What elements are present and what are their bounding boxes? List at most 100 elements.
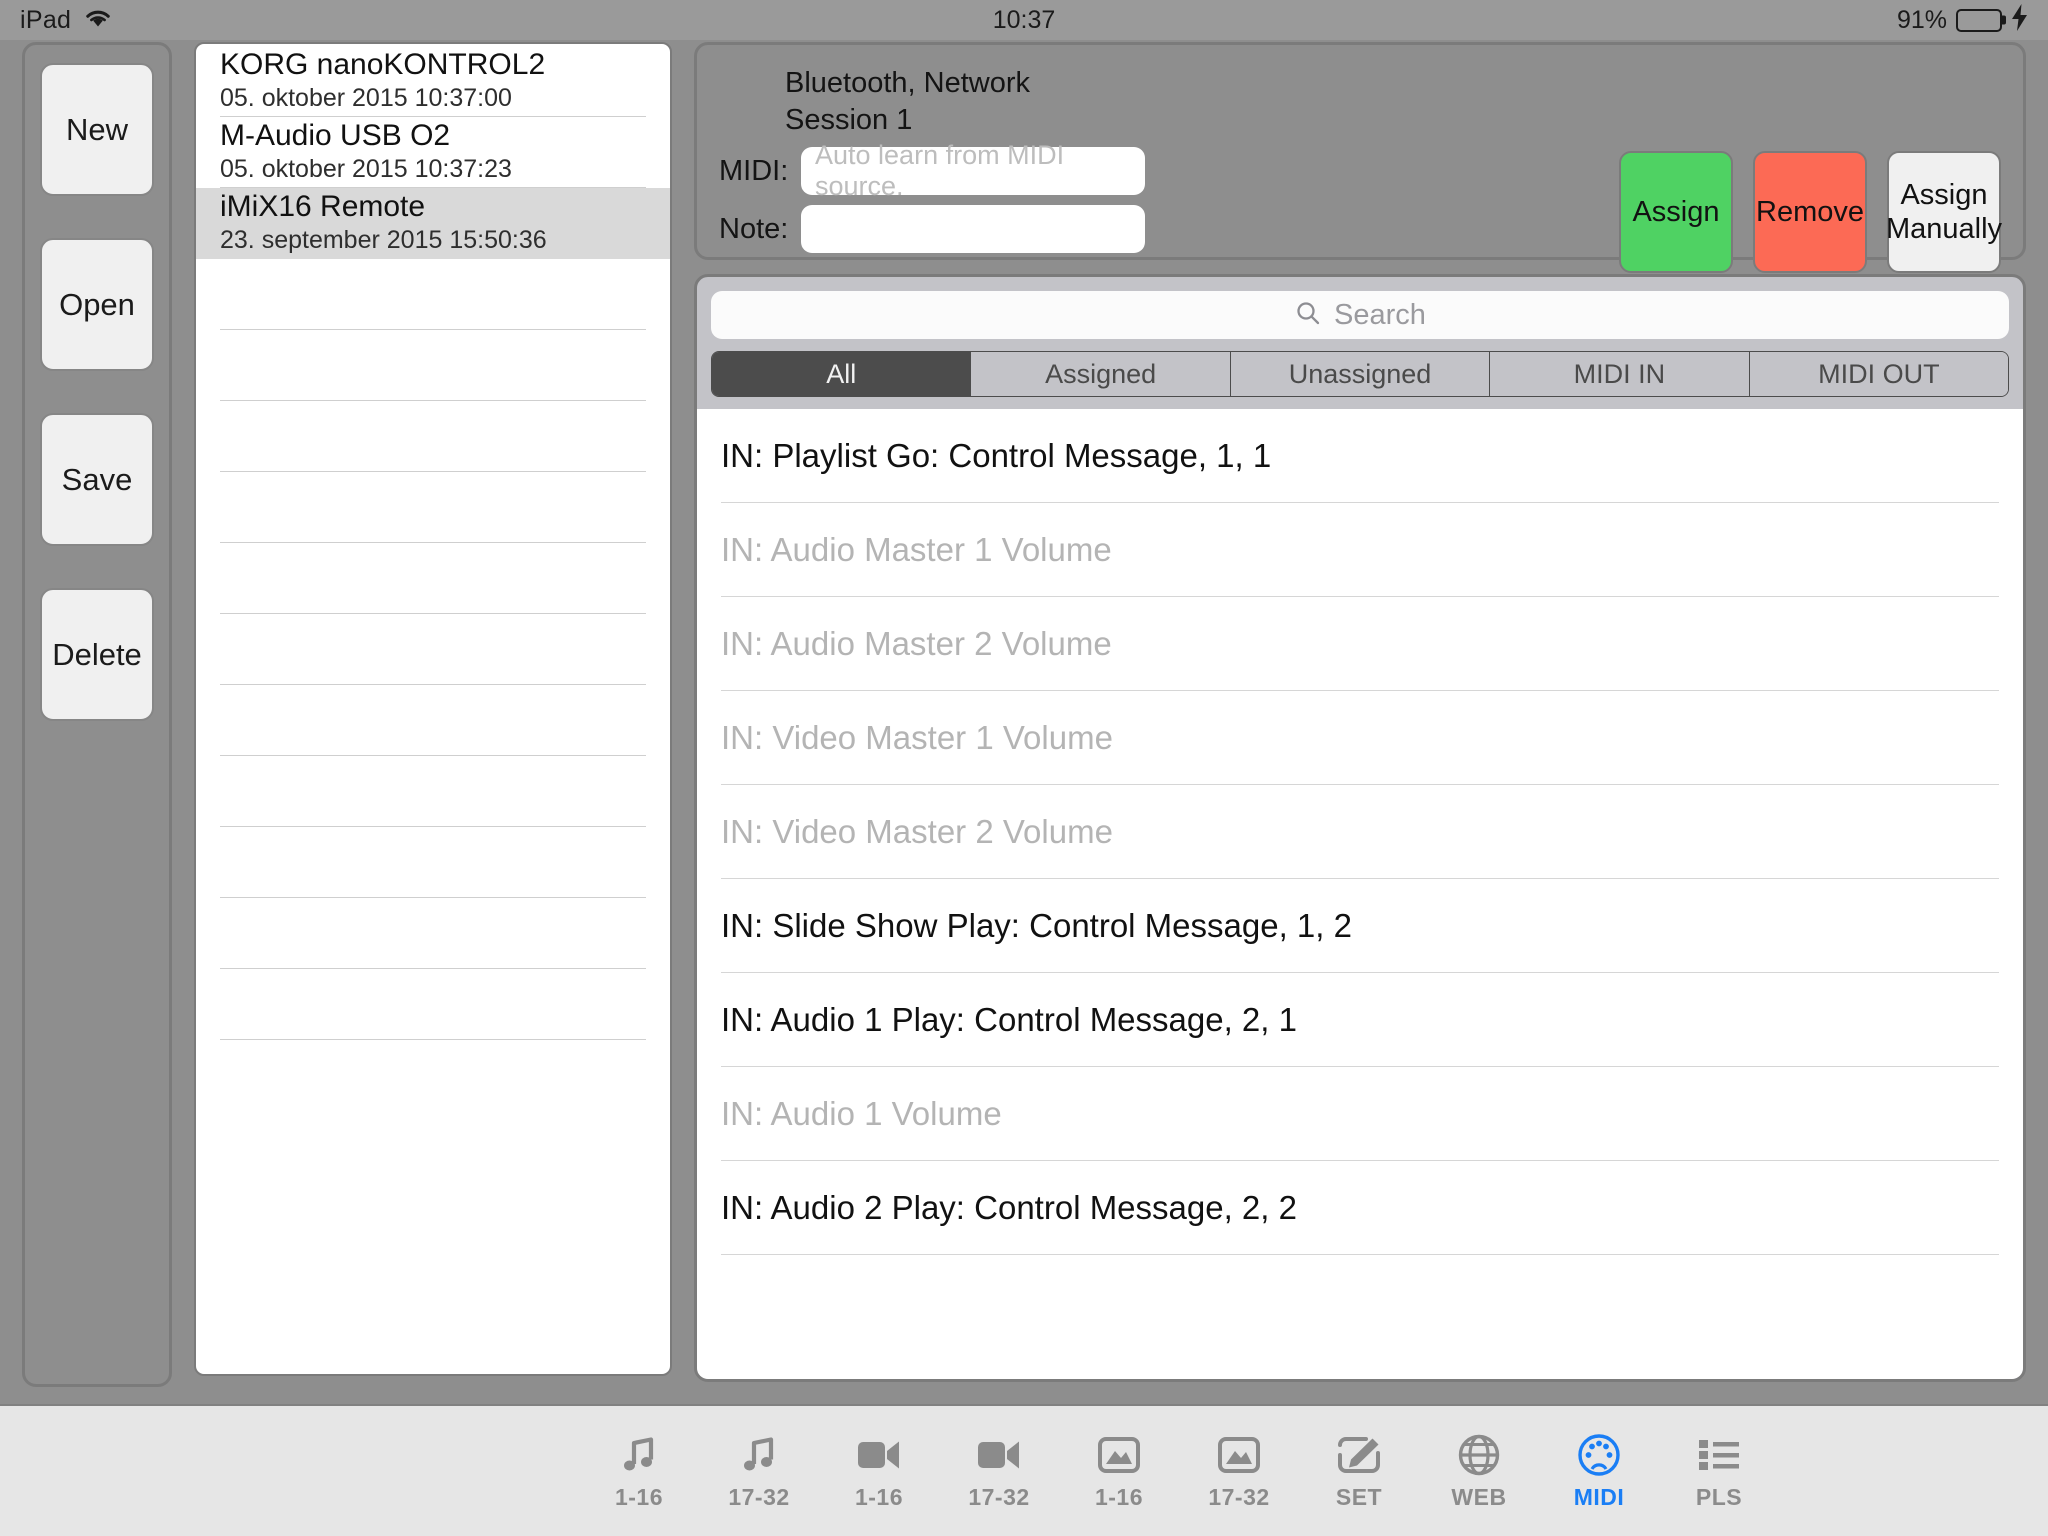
note-input[interactable] — [801, 205, 1145, 254]
music-note-icon — [618, 1432, 660, 1478]
list-icon — [1698, 1432, 1740, 1478]
device-list-empty-row — [220, 898, 646, 969]
status-bar-clock: 10:37 — [992, 5, 1056, 34]
midi-mapping-row[interactable]: IN: Audio Master 1 Volume — [721, 503, 1999, 597]
assignment-buttons: Assign Remove Assign Manually — [1619, 147, 2003, 274]
tab-audio-1-16[interactable]: 1-16 — [579, 1432, 699, 1511]
tab-label: PLS — [1695, 1483, 1743, 1510]
tab-label: 17-32 — [968, 1483, 1030, 1510]
search-input[interactable]: Search — [711, 291, 2009, 339]
tab-video-17-32[interactable]: 17-32 — [939, 1432, 1059, 1511]
bottom-tab-bar: 1-16 17-32 1-16 17-32 1-16 17-32 SET WEB… — [0, 1404, 2048, 1536]
assign-manually-line1: Assign — [1900, 179, 1988, 211]
tab-unassigned[interactable]: Unassigned — [1230, 352, 1491, 396]
tab-image-17-32[interactable]: 17-32 — [1179, 1432, 1299, 1511]
tab-set[interactable]: SET — [1299, 1432, 1419, 1511]
tab-label: SET — [1335, 1483, 1383, 1510]
device-list-empty-row — [220, 614, 646, 685]
midi-mapping-row[interactable]: IN: Playlist Go: Control Message, 1, 1 — [721, 409, 1999, 503]
assign-manually-line2: Manually — [1885, 213, 2003, 246]
device-item-name: KORG nanoKONTROL2 — [220, 47, 546, 81]
tab-video-1-16[interactable]: 1-16 — [819, 1432, 939, 1511]
remove-button[interactable]: Remove — [1753, 151, 1867, 274]
list-item[interactable]: KORG nanoKONTROL2 05. oktober 2015 10:37… — [220, 46, 646, 117]
tab-web[interactable]: WEB — [1419, 1432, 1539, 1511]
device-item-date: 05. oktober 2015 10:37:00 — [220, 84, 512, 112]
tab-label: MIDI — [1573, 1483, 1625, 1510]
open-button[interactable]: Open — [40, 238, 154, 371]
list-item-selected[interactable]: iMiX16 Remote 23. september 2015 15:50:3… — [196, 188, 670, 259]
tab-midi-in[interactable]: MIDI IN — [1490, 352, 1750, 396]
battery-icon — [1956, 8, 2006, 32]
midi-mappings-panel: Search All Assigned Unassigned MIDI IN M… — [694, 274, 2026, 1382]
save-button[interactable]: Save — [40, 413, 154, 546]
battery-percentage-label: 91% — [1896, 5, 1947, 34]
tab-midi-out[interactable]: MIDI OUT — [1749, 352, 2008, 396]
session-transport-label: Bluetooth, Network — [785, 67, 1031, 99]
midi-field-row: MIDI: Auto learn from MIDI source. — [719, 140, 1619, 201]
device-list-empty-row — [220, 685, 646, 756]
note-field-label: Note: — [719, 212, 789, 245]
midi-mapping-row[interactable]: IN: Video Master 1 Volume — [721, 691, 1999, 785]
tab-label: 1-16 — [854, 1483, 904, 1510]
lightning-bolt-icon — [2011, 4, 2028, 36]
tab-midi[interactable]: MIDI — [1539, 1432, 1659, 1511]
tab-label: 17-32 — [1208, 1483, 1270, 1510]
device-item-name: M-Audio USB O2 — [220, 118, 451, 152]
midi-mapping-row[interactable]: IN: Audio 2 Play: Control Message, 2, 2 — [721, 1161, 1999, 1255]
midi-mapping-row[interactable]: IN: Audio 1 Play: Control Message, 2, 1 — [721, 973, 1999, 1067]
midi-mapping-row[interactable]: IN: Audio 1 Volume — [721, 1067, 1999, 1161]
device-list-panel[interactable]: KORG nanoKONTROL2 05. oktober 2015 10:37… — [194, 42, 672, 1376]
midi-input[interactable]: Auto learn from MIDI source. — [801, 140, 1145, 201]
video-camera-icon — [977, 1432, 1021, 1478]
midi-mapping-row[interactable]: IN: Audio Master 2 Volume — [721, 597, 1999, 691]
midi-mapping-row[interactable]: IN: Slide Show Play: Control Message, 1,… — [721, 879, 1999, 973]
video-camera-icon — [857, 1432, 901, 1478]
device-list-empty-row — [220, 401, 646, 472]
midi-din-icon — [1577, 1432, 1621, 1478]
device-item-date: 23. september 2015 15:50:36 — [220, 226, 547, 254]
pencil-edit-icon — [1338, 1432, 1380, 1478]
midi-mapping-row[interactable]: IN: Video Master 2 Volume — [721, 785, 1999, 879]
filter-segmented-control[interactable]: All Assigned Unassigned MIDI IN MIDI OUT — [711, 351, 2009, 397]
status-bar-right: 91% — [1897, 4, 2028, 36]
device-list-empty-rows — [196, 259, 670, 1040]
device-list-empty-row — [220, 259, 646, 330]
tab-label: 17-32 — [728, 1483, 790, 1510]
battery-terminal — [2002, 15, 2006, 25]
device-item-name: iMiX16 Remote — [220, 189, 426, 223]
midi-field-label: MIDI: — [719, 154, 789, 187]
music-note-icon — [738, 1432, 780, 1478]
midi-mapping-list[interactable]: IN: Playlist Go: Control Message, 1, 1 IN… — [697, 409, 2023, 1379]
session-name-label: Session 1 — [785, 104, 913, 137]
device-list-empty-row — [220, 472, 646, 543]
assignment-rows: MIDI: Auto learn from MIDI source. Note:… — [719, 140, 2003, 274]
assign-button[interactable]: Assign — [1619, 151, 1733, 274]
image-icon — [1218, 1432, 1260, 1478]
tab-audio-17-32[interactable]: 17-32 — [699, 1432, 819, 1511]
tab-label: 1-16 — [614, 1483, 664, 1510]
session-info: Bluetooth, Network Session 1 — [785, 65, 2001, 139]
tab-all[interactable]: All — [712, 352, 972, 396]
delete-button[interactable]: Delete — [40, 588, 154, 721]
device-list-empty-row — [220, 969, 646, 1040]
tab-label: WEB — [1451, 1483, 1507, 1510]
tab-assigned[interactable]: Assigned — [971, 352, 1231, 396]
assignment-fields: MIDI: Auto learn from MIDI source. Note: — [719, 140, 1619, 273]
tab-image-1-16[interactable]: 1-16 — [1059, 1432, 1179, 1511]
device-list-empty-row — [220, 827, 646, 898]
file-operations-sidebar: New Open Save Delete — [22, 42, 172, 1387]
new-button[interactable]: New — [40, 63, 154, 196]
search-placeholder-label: Search — [1334, 298, 1426, 331]
assign-manually-button[interactable]: Assign Manually — [1885, 151, 2003, 274]
device-list-empty-row — [220, 330, 646, 401]
list-item[interactable]: M-Audio USB O2 05. oktober 2015 10:37:23 — [220, 117, 646, 188]
midi-assignment-panel: Bluetooth, Network Session 1 MIDI: Auto … — [694, 42, 2026, 274]
device-list-empty-row — [220, 543, 646, 614]
right-column: Bluetooth, Network Session 1 MIDI: Auto … — [694, 42, 2026, 1382]
image-icon — [1098, 1432, 1140, 1478]
globe-icon — [1458, 1432, 1500, 1478]
workspace: New Open Save Delete KORG nanoKONTROL2 0… — [0, 40, 2048, 1404]
tab-pls[interactable]: PLS — [1659, 1432, 1779, 1511]
note-field-row: Note: — [719, 205, 1619, 254]
